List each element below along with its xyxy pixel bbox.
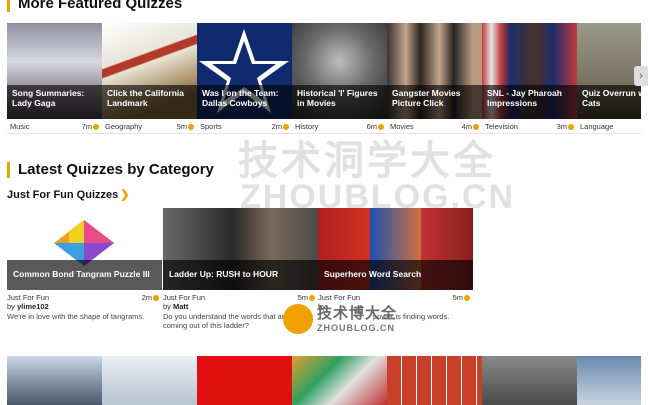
quiz-title: Song Summaries: Lady Gaga [7,85,102,119]
quiz-thumbnail[interactable] [197,356,292,405]
quiz-thumbnail[interactable] [482,356,577,405]
clock-icon [473,124,479,131]
quiz-title: Click the California Landmark [102,85,197,119]
chevron-right-icon[interactable]: ❯ [120,189,129,201]
quiz-title: Quiz Overrun with Cats [577,85,641,119]
quiz-category[interactable]: Just For Fun [7,293,49,302]
quiz-card[interactable]: Ladder Up: RUSH to HOUR [163,208,318,290]
quiz-thumbnail[interactable] [577,356,641,405]
featured-section-title: More Featured Quizzes [7,0,182,12]
quiz-meta: Movies 4m [387,122,482,132]
clock-icon [378,124,384,131]
quiz-thumbnail[interactable] [102,356,197,405]
category-heading[interactable]: Just For Fun Quizzes ❯ [7,188,129,201]
clock-icon [153,295,159,302]
quiz-card-meta: Just For Fun 2m by ylime102 We're in love… [7,293,162,321]
quiz-category[interactable]: History [295,122,318,131]
quiz-thumbnail[interactable] [387,356,482,405]
divider [7,133,641,134]
quiz-category[interactable]: Sports [200,122,222,131]
featured-quiz-tile[interactable]: SNL - Jay Pharoah Impressions [482,23,577,119]
quiz-time: 5m [452,293,463,302]
latest-section-title: Latest Quizzes by Category [7,162,214,178]
quiz-title: Was I on the Team: Dallas Cowboys [197,85,292,119]
quiz-title: Gangster Movies Picture Click [387,85,482,119]
clock-icon [283,124,289,131]
quiz-meta: Music 7m [7,122,102,132]
quiz-title: Historical 'I' Figures in Movies [292,85,387,119]
quiz-category[interactable]: Movies [390,122,414,131]
quiz-time: 6m [366,122,377,131]
featured-quiz-tile[interactable]: Song Summaries: Lady Gaga [7,23,102,119]
clock-icon [188,124,194,131]
quiz-title: Ladder Up: RUSH to HOUR [163,260,318,290]
quiz-category[interactable]: Language [580,122,613,131]
quiz-title: Superhero Word Search [318,260,473,290]
quiz-meta: Language [577,122,641,132]
quiz-description: power is finding words. [373,312,450,321]
featured-quiz-tile[interactable]: Was I on the Team: Dallas Cowboys [197,23,292,119]
clock-icon [568,124,574,131]
clock-icon [464,295,470,302]
chevron-right-icon[interactable]: › [634,66,648,86]
quiz-card[interactable]: Superhero Word Search [318,208,473,290]
watermark-text: 技术洞学大全 [238,139,496,183]
featured-quiz-tile[interactable]: Click the California Landmark [102,23,197,119]
category-heading-label[interactable]: Just For Fun Quizzes [7,189,118,201]
bottom-quiz-strip [7,356,641,405]
featured-quiz-strip: Song Summaries: Lady Gaga Click the Cali… [7,23,641,119]
quiz-thumbnail[interactable] [7,356,102,405]
quiz-category[interactable]: Television [485,122,518,131]
clock-icon [93,124,99,131]
quiz-card-meta: Just For Fun 5m by power is finding words… [318,293,473,321]
quiz-time: 7m [81,122,92,131]
quiz-meta: Geography 5m [102,122,197,132]
quiz-author: by [318,302,326,311]
quiz-meta: Sports 2m [197,122,292,132]
clock-icon [309,295,315,302]
quiz-time: 5m [176,122,187,131]
quiz-category[interactable]: Just For Fun [318,293,360,302]
quiz-title: SNL - Jay Pharoah Impressions [482,85,577,119]
quiz-author: by ylime102 [7,302,49,311]
quiz-category[interactable]: Just For Fun [163,293,205,302]
quiz-category[interactable]: Music [10,122,30,131]
quiz-meta: Television 3m [482,122,577,132]
quiz-meta: History 6m [292,122,387,132]
quiz-card[interactable]: Common Bond Tangram Puzzle III [7,208,162,290]
quiz-time: 4m [461,122,472,131]
quiz-time: 2m [271,122,282,131]
featured-quiz-tile[interactable]: Quiz Overrun with Cats [577,23,641,119]
quiz-time: 2m [141,293,152,302]
featured-quiz-tile[interactable]: Gangster Movies Picture Click [387,23,482,119]
quiz-time: 5m [297,293,308,302]
featured-quiz-tile[interactable]: Historical 'I' Figures in Movies [292,23,387,119]
quiz-title: Common Bond Tangram Puzzle III [7,260,162,290]
quiz-description: Do you understand the words that are com… [163,312,289,330]
quiz-thumbnail[interactable] [292,356,387,405]
quiz-description: We're in love with the shape of tangrams… [7,312,145,321]
quiz-time: 3m [556,122,567,131]
quiz-category[interactable]: Geography [105,122,142,131]
